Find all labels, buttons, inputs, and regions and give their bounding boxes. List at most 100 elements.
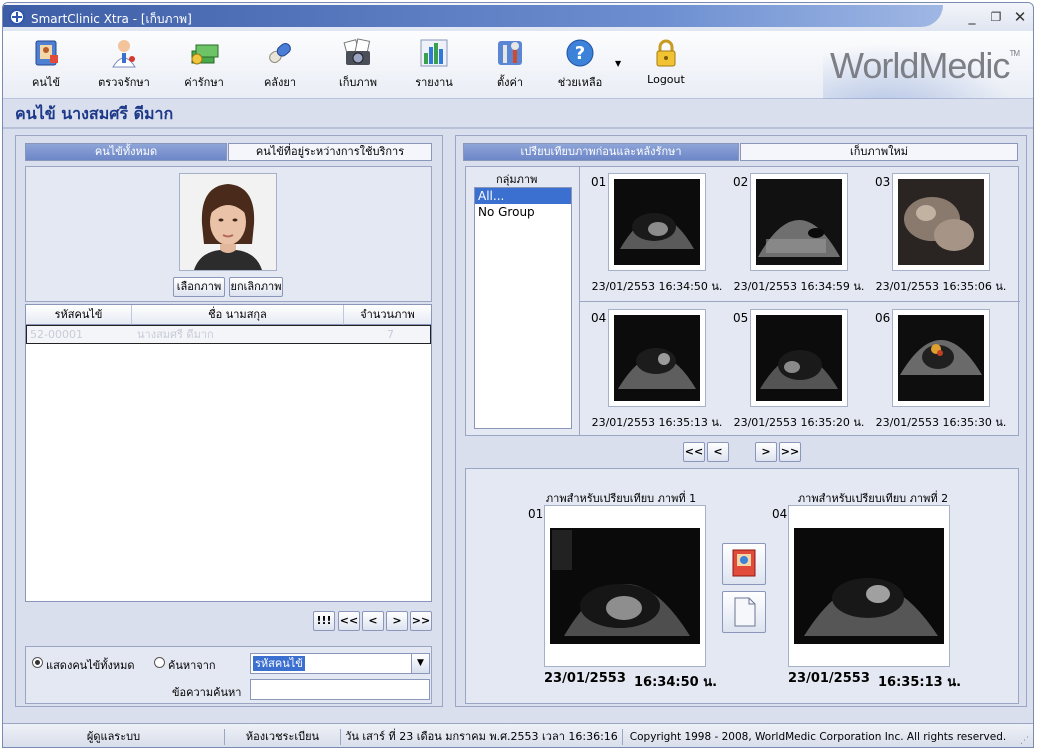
swap-compare-button[interactable] bbox=[722, 543, 766, 585]
tab-all-patients[interactable]: คนไข้ทั้งหมด bbox=[25, 143, 227, 161]
radio-show-all-label[interactable]: แสดงคนไข้ทั้งหมด bbox=[46, 656, 135, 674]
thumbnail-02[interactable] bbox=[750, 173, 848, 271]
thumbnail-03[interactable] bbox=[892, 173, 990, 271]
thumbnail-04[interactable] bbox=[608, 309, 706, 407]
thumbnail-06[interactable] bbox=[892, 309, 990, 407]
logo-tm: TM bbox=[1009, 49, 1020, 58]
group-list[interactable]: All... No Group bbox=[474, 187, 572, 429]
thumbnail-area: กลุ่มภาพ All... No Group 01 23/01/2553 1… bbox=[465, 166, 1020, 436]
toolbar-examine-label: ตรวจรักษา bbox=[98, 76, 150, 89]
pager-last-button[interactable]: >> bbox=[410, 611, 432, 631]
title-bar[interactable]: SmartClinic Xtra - [เก็บภาพ] _ ❐ ✕ bbox=[3, 3, 1033, 31]
cancel-photo-button[interactable]: ยกเลิกภาพ bbox=[229, 277, 283, 297]
thumb-pager-last-button[interactable]: >> bbox=[779, 442, 801, 462]
toolbar-help-button[interactable]: ? ช่วยเหลือ bbox=[545, 37, 615, 91]
table-row[interactable]: 52-00001 นางสมศรี ดีมาก 7 bbox=[26, 325, 431, 344]
compare-1-frame[interactable] bbox=[544, 505, 706, 667]
heading-divider bbox=[3, 127, 1033, 129]
document-button[interactable] bbox=[722, 591, 766, 633]
toolbar-examine-button[interactable]: ตรวจรักษา bbox=[89, 37, 159, 91]
photo-area: เลือกภาพ ยกเลิกภาพ bbox=[25, 166, 432, 302]
compare-2-date: 23/01/2553 bbox=[788, 671, 870, 686]
window-title: SmartClinic Xtra - [เก็บภาพ] bbox=[31, 12, 192, 26]
minimize-icon[interactable]: _ bbox=[963, 10, 981, 24]
compare-1-ultrasound-image bbox=[550, 528, 700, 644]
compare-2-frame[interactable] bbox=[788, 505, 950, 667]
radio-show-all[interactable] bbox=[32, 657, 43, 668]
pager-first-button[interactable]: << bbox=[338, 611, 360, 631]
resize-grip-icon[interactable]: ⋰ bbox=[1020, 736, 1029, 746]
filter-area: แสดงคนไข้ทั้งหมด ค้นหาจาก รหัสคนไข้ ▼ ข้… bbox=[25, 646, 432, 704]
toolbar-images-label: เก็บภาพ bbox=[338, 76, 378, 89]
thumb-number: 03 bbox=[875, 175, 891, 189]
search-by-select[interactable]: รหัสคนไข้ ▼ bbox=[250, 653, 430, 674]
radio-search-by[interactable] bbox=[154, 657, 165, 668]
status-room: ห้องเวชระเบียน bbox=[225, 729, 341, 745]
ultrasound-image bbox=[614, 179, 700, 265]
pager-mark-button[interactable]: !!! bbox=[313, 611, 335, 631]
toolbar-fee-label: ค่ารักษา bbox=[184, 76, 224, 89]
patient-panel: คนไข้ทั้งหมด คนไข้ที่อยู่ระหว่างการใช้บร… bbox=[15, 135, 443, 707]
compare-1-number: 01 bbox=[528, 507, 544, 521]
main-toolbar: คนไข้ ตรวจรักษา ค่ารักษา คลังยา เก็บภาพ bbox=[3, 31, 1033, 99]
toolbar-settings-button[interactable]: ตั้งค่า bbox=[475, 37, 545, 91]
ultrasound-color-image bbox=[898, 315, 984, 401]
pager-prev-button[interactable]: < bbox=[362, 611, 384, 631]
compare-swap-icon bbox=[732, 549, 756, 577]
toolbar-report-label: รายงาน bbox=[415, 76, 453, 89]
thumb-pager-prev-button[interactable]: < bbox=[707, 442, 729, 462]
cell-patient-name: นางสมศรี ดีมาก bbox=[137, 328, 214, 341]
toolbar-help-label: ช่วยเหลือ bbox=[557, 76, 603, 89]
pager-next-button[interactable]: > bbox=[386, 611, 408, 631]
restore-icon[interactable]: ❐ bbox=[987, 10, 1005, 24]
toolbar-logout-button[interactable]: Logout bbox=[631, 37, 701, 86]
compare-1-date: 23/01/2553 bbox=[544, 671, 626, 686]
compare-area: ภาพสำหรับเปรียบเทียบ ภาพที่ 1 01 23/01/2… bbox=[465, 468, 1019, 704]
tab-compare-images[interactable]: เปรียบเทียบภาพก่อนและหลังรักษา bbox=[463, 143, 739, 161]
lock-icon bbox=[650, 37, 682, 69]
toolbar-images-button[interactable]: เก็บภาพ bbox=[323, 37, 393, 91]
toolbar-pharmacy-button[interactable]: คลังยา bbox=[245, 37, 315, 91]
toolbar-fee-button[interactable]: ค่ารักษา bbox=[169, 37, 239, 91]
toolbar-logout-label: Logout bbox=[647, 73, 685, 86]
thumb-number: 01 bbox=[591, 175, 607, 189]
image-panel: เปรียบเทียบภาพก่อนและหลังรักษา เก็บภาพให… bbox=[455, 135, 1027, 707]
thumbnail-01[interactable] bbox=[608, 173, 706, 271]
thumb-pager-first-button[interactable]: << bbox=[683, 442, 705, 462]
ultrasound-image bbox=[756, 179, 842, 265]
thumb-caption: 23/01/2553 16:34:50 น. bbox=[591, 280, 723, 293]
tab-new-image[interactable]: เก็บภาพใหม่ bbox=[740, 143, 1018, 161]
patient-photo bbox=[180, 174, 276, 270]
thumb-caption: 23/01/2553 16:35:20 น. bbox=[733, 416, 865, 429]
group-item-all[interactable]: All... bbox=[475, 188, 571, 204]
thumb-pager-next-button[interactable]: > bbox=[755, 442, 777, 462]
cell-patient-id: 52-00001 bbox=[30, 328, 83, 341]
toolbar-report-button[interactable]: รายงาน bbox=[399, 37, 469, 91]
thumb-caption: 23/01/2553 16:34:59 น. bbox=[733, 280, 865, 293]
worldmedic-logo: WorldMedicTM bbox=[830, 45, 1020, 87]
money-icon bbox=[188, 37, 220, 69]
document-icon bbox=[734, 597, 756, 627]
column-header-patient-id[interactable]: รหัสคนไข้ bbox=[26, 305, 132, 325]
chevron-down-icon[interactable]: ▼ bbox=[411, 654, 429, 673]
thumbnail-05[interactable] bbox=[750, 309, 848, 407]
column-header-image-count[interactable]: จำนวนภาพ bbox=[344, 305, 431, 325]
group-item-no-group[interactable]: No Group bbox=[475, 204, 571, 220]
column-header-name[interactable]: ชื่อ นามสกุล bbox=[132, 305, 344, 325]
close-icon[interactable]: ✕ bbox=[1011, 10, 1029, 25]
capsule-icon bbox=[264, 37, 296, 69]
settings-tools-icon bbox=[494, 37, 526, 69]
toolbar-patient-button[interactable]: คนไข้ bbox=[11, 37, 81, 91]
radio-search-by-label[interactable]: ค้นหาจาก bbox=[168, 656, 216, 674]
horizontal-divider bbox=[580, 301, 1020, 302]
app-icon[interactable] bbox=[9, 9, 25, 25]
compare-2-number: 04 bbox=[772, 507, 788, 521]
help-icon: ? bbox=[564, 37, 596, 69]
tab-in-service-patients[interactable]: คนไข้ที่อยู่ระหว่างการใช้บริการ bbox=[228, 143, 432, 161]
select-photo-button[interactable]: เลือกภาพ bbox=[173, 277, 225, 297]
search-text-input[interactable] bbox=[250, 679, 430, 700]
thumb-number: 04 bbox=[591, 311, 607, 325]
app-window: SmartClinic Xtra - [เก็บภาพ] _ ❐ ✕ คนไข้… bbox=[2, 2, 1034, 748]
help-dropdown-arrow-icon[interactable]: ▼ bbox=[615, 59, 621, 68]
toolbar-settings-label: ตั้งค่า bbox=[496, 76, 524, 89]
